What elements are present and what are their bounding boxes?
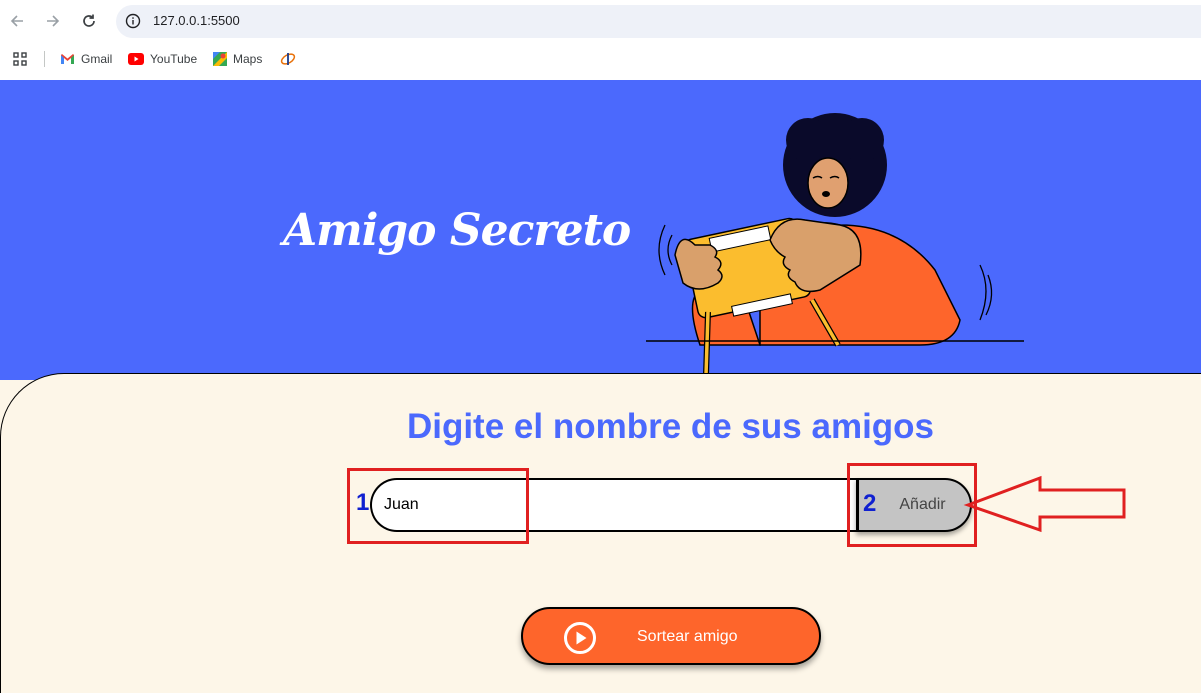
address-row: 127.0.0.1:5500 [0,0,1201,42]
person-playing-game-illustration [646,113,1024,376]
forward-button[interactable] [42,10,64,32]
gmail-icon [61,54,74,64]
bookmark-gmail[interactable]: Gmail [60,51,112,67]
page-title: Amigo Secreto [283,205,631,256]
annotation-label-1: 1 [356,489,370,516]
arrow-left-icon [10,15,23,27]
bookmark-youtube[interactable]: YouTube [128,51,197,67]
maps-icon [213,52,227,66]
address-bar[interactable]: 127.0.0.1:5500 [116,5,1201,38]
youtube-icon [128,53,144,65]
annotation-label-2: 2 [863,490,877,517]
back-button[interactable] [6,10,28,32]
url-text: 127.0.0.1:5500 [153,13,240,28]
draw-friend-button[interactable]: Sortear amigo [521,607,821,665]
play-circle-icon [564,622,596,654]
reload-button[interactable] [78,10,100,32]
info-icon[interactable] [125,13,141,29]
arrow-right-icon [47,15,60,27]
annotation-arrow-icon [963,475,1126,533]
bookmarks-bar: Gmail YouTube Maps [0,44,1201,74]
reload-icon [83,14,95,27]
bookmark-logo[interactable] [280,51,302,67]
bookmarks-separator [44,51,45,67]
apps-grid-icon [13,52,27,66]
section-subtitle: Digite el nombre de sus amigos [406,407,935,446]
annotation-box-1 [347,468,529,544]
browser-chrome: 127.0.0.1:5500 Gmail YouTube Maps [0,0,1201,80]
draw-button-label: Sortear amigo [637,628,738,645]
bookmark-maps[interactable]: Maps [213,51,262,67]
header-banner: Amigo Secreto [0,80,1201,380]
bookmark-logo-icon [280,53,296,65]
apps-button[interactable] [12,51,34,67]
